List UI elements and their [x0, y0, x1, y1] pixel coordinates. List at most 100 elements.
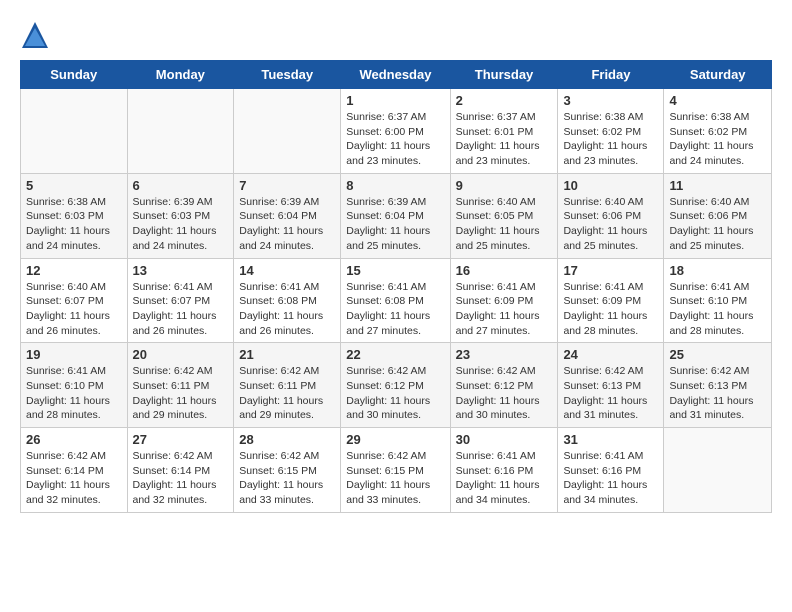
day-number: 28 — [239, 432, 335, 447]
day-cell: 3Sunrise: 6:38 AM Sunset: 6:02 PM Daylig… — [558, 89, 664, 174]
day-info: Sunrise: 6:41 AM Sunset: 6:16 PM Dayligh… — [456, 449, 553, 508]
day-info: Sunrise: 6:39 AM Sunset: 6:04 PM Dayligh… — [239, 195, 335, 254]
day-cell: 15Sunrise: 6:41 AM Sunset: 6:08 PM Dayli… — [341, 258, 450, 343]
day-info: Sunrise: 6:42 AM Sunset: 6:13 PM Dayligh… — [669, 364, 766, 423]
day-info: Sunrise: 6:40 AM Sunset: 6:06 PM Dayligh… — [563, 195, 658, 254]
day-info: Sunrise: 6:37 AM Sunset: 6:00 PM Dayligh… — [346, 110, 444, 169]
day-info: Sunrise: 6:42 AM Sunset: 6:15 PM Dayligh… — [239, 449, 335, 508]
week-row-4: 19 Sunrise: 6:41 AM Sunset: 6:10 PM Dayli… — [21, 343, 772, 428]
day-cell: 5Sunrise: 6:38 AM Sunset: 6:03 PM Daylig… — [21, 173, 128, 258]
day-cell: 22 Sunrise: 6:42 AM Sunset: 6:12 PM Dayli… — [341, 343, 450, 428]
day-number: 14 — [239, 263, 335, 278]
day-info: Sunrise: 6:38 AM Sunset: 6:02 PM Dayligh… — [669, 110, 766, 169]
day-cell: 11 Sunrise: 6:40 AM Sunset: 6:06 PM Dayli… — [664, 173, 772, 258]
day-number: 22 — [346, 347, 444, 362]
day-number: 18 — [669, 263, 766, 278]
day-info: Sunrise: 6:42 AM Sunset: 6:14 PM Dayligh… — [133, 449, 229, 508]
day-info: Sunrise: 6:41 AM Sunset: 6:08 PM Dayligh… — [239, 280, 335, 339]
day-number: 16 — [456, 263, 553, 278]
day-cell: 17Sunrise: 6:41 AM Sunset: 6:09 PM Dayli… — [558, 258, 664, 343]
day-cell: 1 Sunrise: 6:37 AM Sunset: 6:00 PM Daylig… — [341, 89, 450, 174]
weekday-tuesday: Tuesday — [234, 61, 341, 89]
day-number: 15 — [346, 263, 444, 278]
weekday-header-row: SundayMondayTuesdayWednesdayThursdayFrid… — [21, 61, 772, 89]
day-info: Sunrise: 6:41 AM Sunset: 6:10 PM Dayligh… — [26, 364, 122, 423]
weekday-sunday: Sunday — [21, 61, 128, 89]
day-cell: 20 Sunrise: 6:42 AM Sunset: 6:11 PM Dayli… — [127, 343, 234, 428]
day-info: Sunrise: 6:42 AM Sunset: 6:11 PM Dayligh… — [133, 364, 229, 423]
day-info: Sunrise: 6:40 AM Sunset: 6:06 PM Dayligh… — [669, 195, 766, 254]
day-cell: 9 Sunrise: 6:40 AM Sunset: 6:05 PM Daylig… — [450, 173, 558, 258]
week-row-1: 1 Sunrise: 6:37 AM Sunset: 6:00 PM Daylig… — [21, 89, 772, 174]
week-row-2: 5Sunrise: 6:38 AM Sunset: 6:03 PM Daylig… — [21, 173, 772, 258]
day-cell: 4 Sunrise: 6:38 AM Sunset: 6:02 PM Daylig… — [664, 89, 772, 174]
day-number: 9 — [456, 178, 553, 193]
day-number: 19 — [26, 347, 122, 362]
day-number: 12 — [26, 263, 122, 278]
day-number: 25 — [669, 347, 766, 362]
day-number: 10 — [563, 178, 658, 193]
page-header — [20, 20, 772, 50]
day-info: Sunrise: 6:42 AM Sunset: 6:15 PM Dayligh… — [346, 449, 444, 508]
day-cell: 7 Sunrise: 6:39 AM Sunset: 6:04 PM Daylig… — [234, 173, 341, 258]
calendar-header: SundayMondayTuesdayWednesdayThursdayFrid… — [21, 61, 772, 89]
day-number: 24 — [563, 347, 658, 362]
day-number: 4 — [669, 93, 766, 108]
day-cell: 27 Sunrise: 6:42 AM Sunset: 6:14 PM Dayli… — [127, 428, 234, 513]
day-cell: 23 Sunrise: 6:42 AM Sunset: 6:12 PM Dayli… — [450, 343, 558, 428]
calendar-table: SundayMondayTuesdayWednesdayThursdayFrid… — [20, 60, 772, 513]
day-cell: 31Sunrise: 6:41 AM Sunset: 6:16 PM Dayli… — [558, 428, 664, 513]
day-cell: 26 Sunrise: 6:42 AM Sunset: 6:14 PM Dayli… — [21, 428, 128, 513]
weekday-thursday: Thursday — [450, 61, 558, 89]
calendar-body: 1 Sunrise: 6:37 AM Sunset: 6:00 PM Daylig… — [21, 89, 772, 513]
logo — [20, 20, 54, 50]
weekday-monday: Monday — [127, 61, 234, 89]
day-number: 7 — [239, 178, 335, 193]
day-number: 11 — [669, 178, 766, 193]
day-number: 30 — [456, 432, 553, 447]
day-info: Sunrise: 6:42 AM Sunset: 6:12 PM Dayligh… — [456, 364, 553, 423]
day-number: 8 — [346, 178, 444, 193]
day-info: Sunrise: 6:41 AM Sunset: 6:07 PM Dayligh… — [133, 280, 229, 339]
day-number: 6 — [133, 178, 229, 193]
day-cell: 19 Sunrise: 6:41 AM Sunset: 6:10 PM Dayli… — [21, 343, 128, 428]
day-info: Sunrise: 6:37 AM Sunset: 6:01 PM Dayligh… — [456, 110, 553, 169]
day-cell: 13Sunrise: 6:41 AM Sunset: 6:07 PM Dayli… — [127, 258, 234, 343]
day-info: Sunrise: 6:42 AM Sunset: 6:13 PM Dayligh… — [563, 364, 658, 423]
day-info: Sunrise: 6:42 AM Sunset: 6:11 PM Dayligh… — [239, 364, 335, 423]
day-cell — [127, 89, 234, 174]
day-cell — [664, 428, 772, 513]
day-number: 20 — [133, 347, 229, 362]
day-info: Sunrise: 6:41 AM Sunset: 6:16 PM Dayligh… — [563, 449, 658, 508]
day-cell — [21, 89, 128, 174]
day-info: Sunrise: 6:42 AM Sunset: 6:12 PM Dayligh… — [346, 364, 444, 423]
weekday-wednesday: Wednesday — [341, 61, 450, 89]
day-info: Sunrise: 6:39 AM Sunset: 6:03 PM Dayligh… — [133, 195, 229, 254]
day-cell: 6 Sunrise: 6:39 AM Sunset: 6:03 PM Daylig… — [127, 173, 234, 258]
day-number: 2 — [456, 93, 553, 108]
day-cell: 25 Sunrise: 6:42 AM Sunset: 6:13 PM Dayli… — [664, 343, 772, 428]
day-number: 26 — [26, 432, 122, 447]
day-cell: 28 Sunrise: 6:42 AM Sunset: 6:15 PM Dayli… — [234, 428, 341, 513]
day-number: 1 — [346, 93, 444, 108]
day-info: Sunrise: 6:42 AM Sunset: 6:14 PM Dayligh… — [26, 449, 122, 508]
day-cell: 10 Sunrise: 6:40 AM Sunset: 6:06 PM Dayli… — [558, 173, 664, 258]
day-info: Sunrise: 6:41 AM Sunset: 6:09 PM Dayligh… — [456, 280, 553, 339]
day-cell: 2 Sunrise: 6:37 AM Sunset: 6:01 PM Daylig… — [450, 89, 558, 174]
day-cell: 29Sunrise: 6:42 AM Sunset: 6:15 PM Dayli… — [341, 428, 450, 513]
day-number: 27 — [133, 432, 229, 447]
day-cell: 8Sunrise: 6:39 AM Sunset: 6:04 PM Daylig… — [341, 173, 450, 258]
day-number: 3 — [563, 93, 658, 108]
day-number: 23 — [456, 347, 553, 362]
day-cell: 14 Sunrise: 6:41 AM Sunset: 6:08 PM Dayli… — [234, 258, 341, 343]
day-cell: 18Sunrise: 6:41 AM Sunset: 6:10 PM Dayli… — [664, 258, 772, 343]
day-cell: 24 Sunrise: 6:42 AM Sunset: 6:13 PM Dayli… — [558, 343, 664, 428]
logo-icon — [20, 20, 50, 50]
weekday-saturday: Saturday — [664, 61, 772, 89]
day-cell: 16 Sunrise: 6:41 AM Sunset: 6:09 PM Dayli… — [450, 258, 558, 343]
day-cell: 21 Sunrise: 6:42 AM Sunset: 6:11 PM Dayli… — [234, 343, 341, 428]
day-cell: 12Sunrise: 6:40 AM Sunset: 6:07 PM Dayli… — [21, 258, 128, 343]
day-info: Sunrise: 6:40 AM Sunset: 6:05 PM Dayligh… — [456, 195, 553, 254]
day-number: 21 — [239, 347, 335, 362]
day-cell: 30 Sunrise: 6:41 AM Sunset: 6:16 PM Dayli… — [450, 428, 558, 513]
